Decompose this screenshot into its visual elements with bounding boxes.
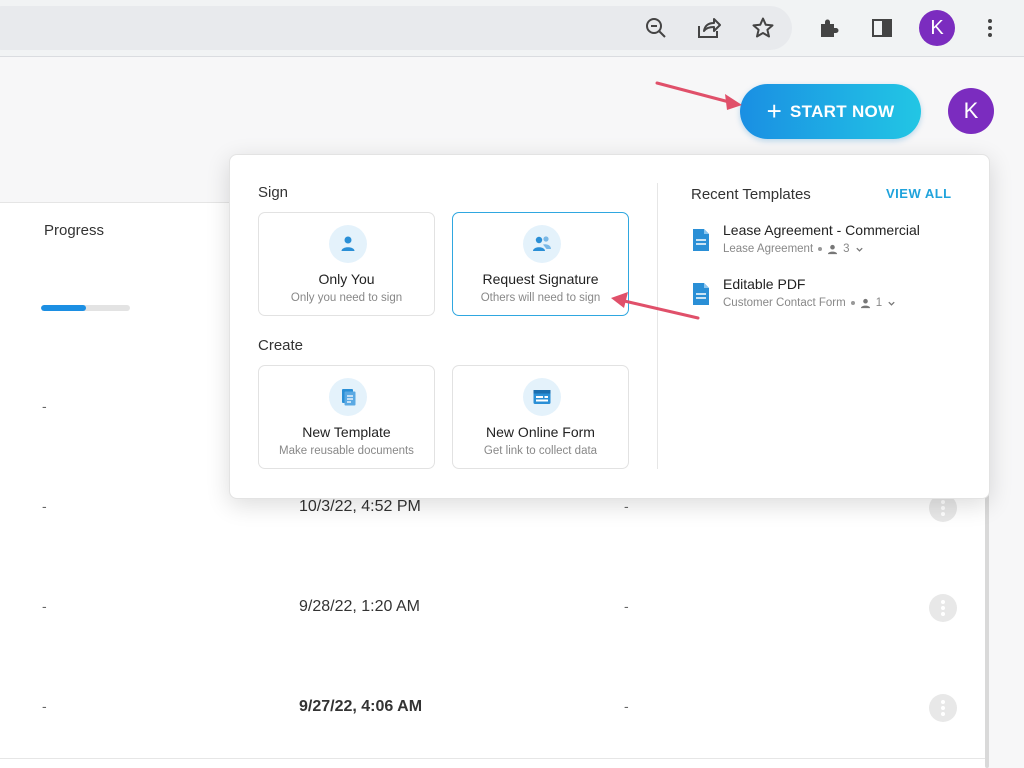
recent-template-item[interactable]: Editable PDF Customer Contact Form 1	[691, 276, 971, 316]
row-more-button[interactable]	[929, 694, 957, 722]
progress-cell: -	[42, 398, 47, 414]
scrollbar-track	[988, 202, 1024, 768]
progress-column-header[interactable]: Progress	[44, 222, 104, 239]
progress-cell: -	[42, 598, 47, 614]
row-more-button[interactable]	[929, 594, 957, 622]
progress-cell: -	[42, 498, 47, 514]
start-now-label: START NOW	[790, 101, 895, 121]
progress-cell: -	[42, 698, 47, 714]
separator-dot	[850, 301, 855, 305]
table-row[interactable]: - 9/28/22, 1:20 AM -	[0, 558, 988, 659]
menu-divider	[657, 183, 658, 469]
template-meta: Lease Agreement 3	[723, 243, 864, 255]
request-signature-subtitle: Others will need to sign	[480, 292, 601, 304]
start-now-menu: Sign Only You Only you need to sign Requ…	[229, 154, 990, 499]
request-signature-option[interactable]: Request Signature Others will need to si…	[452, 212, 629, 316]
date-cell: 9/27/22, 4:06 AM	[299, 698, 423, 715]
recent-templates-title: Recent Templates	[691, 186, 811, 203]
document-icon	[693, 283, 709, 305]
progress-bar-fill	[41, 305, 86, 311]
chevron-down-icon[interactable]	[887, 299, 896, 308]
people-icon	[523, 225, 561, 263]
zoom-out-icon[interactable]	[640, 12, 672, 44]
view-all-link[interactable]: VIEW ALL	[886, 186, 952, 201]
status-cell: -	[624, 698, 629, 714]
user-avatar[interactable]: K	[948, 88, 994, 134]
extensions-icon[interactable]	[813, 12, 845, 44]
table-row[interactable]: - 9/27/22, 4:06 AM -	[0, 658, 988, 759]
only-you-title: Only You	[318, 271, 375, 287]
template-icon	[329, 378, 367, 416]
new-online-form-title: New Online Form	[486, 424, 595, 440]
template-type: Customer Contact Form	[723, 297, 846, 309]
side-panel-icon[interactable]	[866, 12, 898, 44]
share-icon[interactable]	[693, 12, 725, 44]
browser-profile-initial: K	[930, 16, 944, 39]
new-template-title: New Template	[302, 424, 391, 440]
browser-profile-avatar[interactable]: K	[919, 10, 955, 46]
template-name: Editable PDF	[723, 276, 806, 292]
new-online-form-subtitle: Get link to collect data	[483, 445, 598, 457]
star-icon[interactable]	[747, 12, 779, 44]
template-name: Lease Agreement - Commercial	[723, 222, 920, 238]
template-type: Lease Agreement	[723, 243, 814, 255]
person-icon	[329, 225, 367, 263]
browser-toolbar: K	[0, 0, 1024, 57]
signer-icon	[860, 298, 870, 308]
chevron-down-icon[interactable]	[855, 245, 864, 254]
separator-dot	[818, 247, 823, 251]
signer-count: 1	[875, 297, 883, 309]
online-form-icon	[523, 378, 561, 416]
signer-count: 3	[843, 243, 850, 255]
address-bar[interactable]	[0, 6, 792, 50]
only-you-option[interactable]: Only You Only you need to sign	[258, 212, 435, 316]
date-cell: 9/28/22, 1:20 AM	[299, 598, 420, 615]
document-icon	[693, 229, 709, 251]
status-cell: -	[624, 498, 629, 514]
new-template-subtitle: Make reusable documents	[279, 445, 414, 457]
create-section-title: Create	[258, 337, 304, 354]
start-now-button[interactable]: + START NOW	[740, 84, 921, 139]
new-template-option[interactable]: New Template Make reusable documents	[258, 365, 435, 469]
plus-icon: +	[766, 95, 783, 126]
signer-icon	[828, 244, 838, 254]
recent-template-item[interactable]: Lease Agreement - Commercial Lease Agree…	[691, 222, 971, 262]
request-signature-title: Request Signature	[482, 271, 599, 287]
date-cell: 10/3/22, 4:52 PM	[299, 498, 421, 515]
status-cell: -	[624, 598, 629, 614]
template-meta: Customer Contact Form 1	[723, 297, 896, 309]
sign-section-title: Sign	[258, 184, 289, 201]
only-you-subtitle: Only you need to sign	[290, 292, 403, 304]
progress-bar	[41, 305, 130, 311]
menu-icon[interactable]	[974, 12, 1006, 44]
new-online-form-option[interactable]: New Online Form Get link to collect data	[452, 365, 629, 469]
user-avatar-initial: K	[963, 98, 979, 123]
